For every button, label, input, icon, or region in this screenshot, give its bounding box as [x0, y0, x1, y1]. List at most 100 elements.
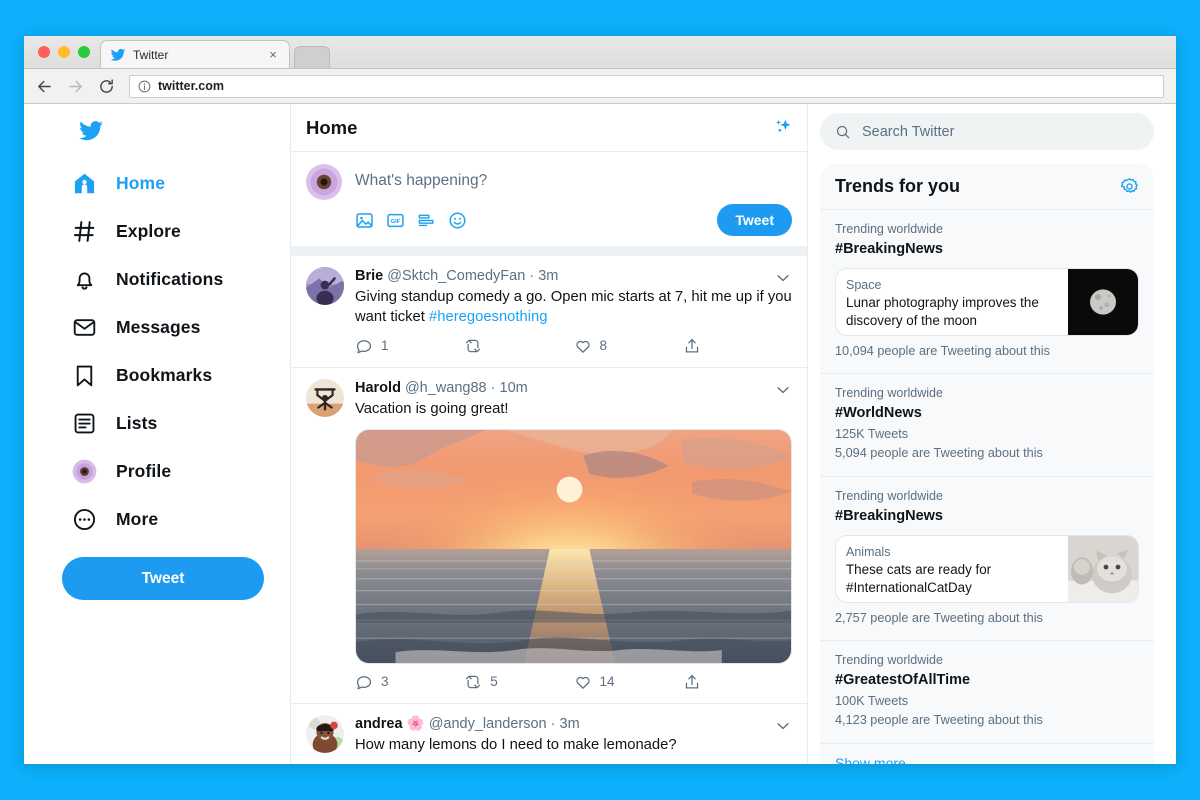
share-button[interactable]: [683, 673, 792, 691]
tweet-separator: ·: [529, 268, 535, 284]
like-count: 14: [599, 674, 615, 690]
search-input[interactable]: Search Twitter: [820, 113, 1154, 150]
sidebar-item-label: Profile: [116, 460, 172, 481]
show-more-link[interactable]: Show more: [820, 743, 1154, 764]
sidebar-item-explore[interactable]: Explore: [62, 207, 290, 255]
image-icon[interactable]: [355, 211, 374, 230]
new-tab-button[interactable]: [294, 46, 330, 68]
reload-icon[interactable]: [98, 78, 115, 95]
trend-item[interactable]: Trending worldwide #BreakingNews Space L…: [820, 209, 1154, 373]
trend-item[interactable]: Trending worldwide #BreakingNews Animals…: [820, 476, 1154, 640]
retweet-button[interactable]: [464, 337, 573, 355]
trend-article-card[interactable]: Animals These cats are ready for #Intern…: [835, 534, 1139, 603]
sidebar-item-profile[interactable]: Profile: [62, 447, 290, 495]
sidebar-item-bookmarks[interactable]: Bookmarks: [62, 351, 290, 399]
tweet-media-image[interactable]: [355, 428, 792, 664]
sidebar-item-notifications[interactable]: Notifications: [62, 255, 290, 303]
search-placeholder: Search Twitter: [862, 123, 955, 140]
moon-photo: [1068, 268, 1138, 335]
trend-article-card[interactable]: Space Lunar photography improves the dis…: [835, 267, 1139, 336]
like-button[interactable]: 8: [574, 337, 683, 355]
sparkle-icon[interactable]: [771, 117, 792, 138]
sidebar-item-label: Lists: [116, 412, 158, 433]
compose-tweet-button[interactable]: Tweet: [62, 557, 264, 600]
trend-people-count: 4,123 people are Tweeting about this: [835, 713, 1043, 728]
emoji-icon[interactable]: [448, 211, 467, 230]
compose-tweet-submit[interactable]: Tweet: [717, 204, 792, 236]
tweet-text: How many lemons do I need to make lemona…: [355, 736, 677, 753]
page-title: Home: [306, 116, 358, 138]
tweet-item[interactable]: Brie @Sktch_ComedyFan · 3m Giving standu…: [291, 256, 807, 368]
retweet-button[interactable]: 5: [464, 673, 573, 691]
tweet-hashtag[interactable]: #heregoesnothing: [429, 309, 547, 325]
like-button[interactable]: 14: [574, 673, 683, 691]
like-count: 8: [599, 338, 608, 354]
sidebar-item-label: Home: [116, 172, 166, 193]
browser-toolbar: twitter.com: [24, 69, 1176, 104]
compose-box[interactable]: What's happening? GIF Tweet: [291, 152, 807, 256]
left-sidebar: Home Explore Notifications Messages Book…: [24, 104, 290, 764]
sidebar-item-label: More: [116, 508, 159, 529]
sidebar-item-lists[interactable]: Lists: [62, 399, 290, 447]
gear-icon[interactable]: [1120, 177, 1139, 196]
tweet-author-name[interactable]: andrea: [355, 716, 403, 732]
trend-category: Trending worldwide: [835, 386, 943, 401]
gif-icon[interactable]: GIF: [386, 211, 405, 230]
chevron-down-icon[interactable]: [774, 269, 792, 287]
trend-card-title: Lunar photography improves the discovery…: [846, 294, 1039, 328]
maximize-window-button[interactable]: [78, 46, 90, 58]
browser-titlebar: Twitter ×: [24, 36, 1176, 69]
chevron-down-icon[interactable]: [774, 381, 792, 399]
trend-hashtag[interactable]: #BreakingNews: [835, 239, 1139, 261]
browser-tab[interactable]: Twitter ×: [100, 40, 290, 68]
reply-button[interactable]: 1: [355, 337, 464, 355]
tweet-author-name[interactable]: Brie: [355, 268, 383, 284]
tweet-separator: ·: [490, 379, 496, 396]
reply-button[interactable]: 3: [355, 673, 464, 691]
chevron-down-icon[interactable]: [774, 717, 792, 735]
trends-card: Trends for you Trending worldwide #Break…: [820, 164, 1154, 764]
avatar[interactable]: [306, 267, 344, 305]
twitter-bird-logo[interactable]: [76, 118, 106, 144]
address-bar[interactable]: twitter.com: [129, 74, 1164, 98]
feed-header: Home: [291, 104, 807, 152]
trend-hashtag[interactable]: #WorldNews: [835, 403, 1139, 425]
tweet-item[interactable]: Harold @h_wang88 · 10m Vacation is going…: [291, 368, 807, 704]
envelope-icon: [73, 318, 96, 336]
tweet-timestamp: 10m: [499, 379, 528, 396]
tweet-separator: ·: [550, 715, 556, 732]
back-arrow-icon[interactable]: [36, 78, 53, 95]
trend-card-title: These cats are ready for #InternationalC…: [846, 561, 992, 595]
forward-arrow-icon: [69, 80, 82, 92]
avatar[interactable]: [306, 378, 344, 417]
trend-item[interactable]: Trending worldwide #GreatestOfAllTime 10…: [820, 640, 1154, 743]
share-button[interactable]: [683, 337, 792, 355]
avatar[interactable]: [306, 164, 342, 200]
tweet-item[interactable]: andrea 🌸 @andy_landerson · 3m How many l…: [291, 704, 807, 764]
tweet-author-handle[interactable]: @Sktch_ComedyFan: [387, 268, 525, 284]
home-icon: [74, 173, 95, 193]
more-ellipsis-icon: [73, 508, 96, 530]
close-window-button[interactable]: [38, 46, 50, 58]
compose-placeholder[interactable]: What's happening?: [355, 164, 792, 194]
poll-icon[interactable]: [417, 211, 436, 230]
tweet-author-handle[interactable]: @h_wang88: [405, 380, 487, 396]
bookmark-icon: [76, 365, 93, 386]
close-tab-button[interactable]: ×: [266, 48, 280, 61]
tweet-text: Giving standup comedy a go. Open mic sta…: [355, 288, 792, 328]
tweet-author-emoji: 🌸: [406, 715, 425, 732]
site-info-icon[interactable]: [138, 80, 151, 93]
tweet-author-name[interactable]: Harold: [355, 380, 401, 396]
sidebar-item-home[interactable]: Home: [62, 159, 290, 207]
minimize-window-button[interactable]: [58, 46, 70, 58]
sidebar-item-more[interactable]: More: [62, 495, 290, 543]
trend-hashtag[interactable]: #GreatestOfAllTime: [835, 670, 1139, 692]
window-controls[interactable]: [38, 46, 90, 58]
trend-hashtag[interactable]: #BreakingNews: [835, 506, 1139, 528]
sidebar-item-messages[interactable]: Messages: [62, 303, 290, 351]
search-icon: [836, 125, 850, 138]
tweet-timestamp: 3m: [559, 715, 580, 732]
avatar[interactable]: [306, 714, 344, 753]
tweet-author-handle[interactable]: @andy_landerson: [429, 716, 547, 732]
trend-item[interactable]: Trending worldwide #WorldNews 125K Tweet…: [820, 373, 1154, 476]
